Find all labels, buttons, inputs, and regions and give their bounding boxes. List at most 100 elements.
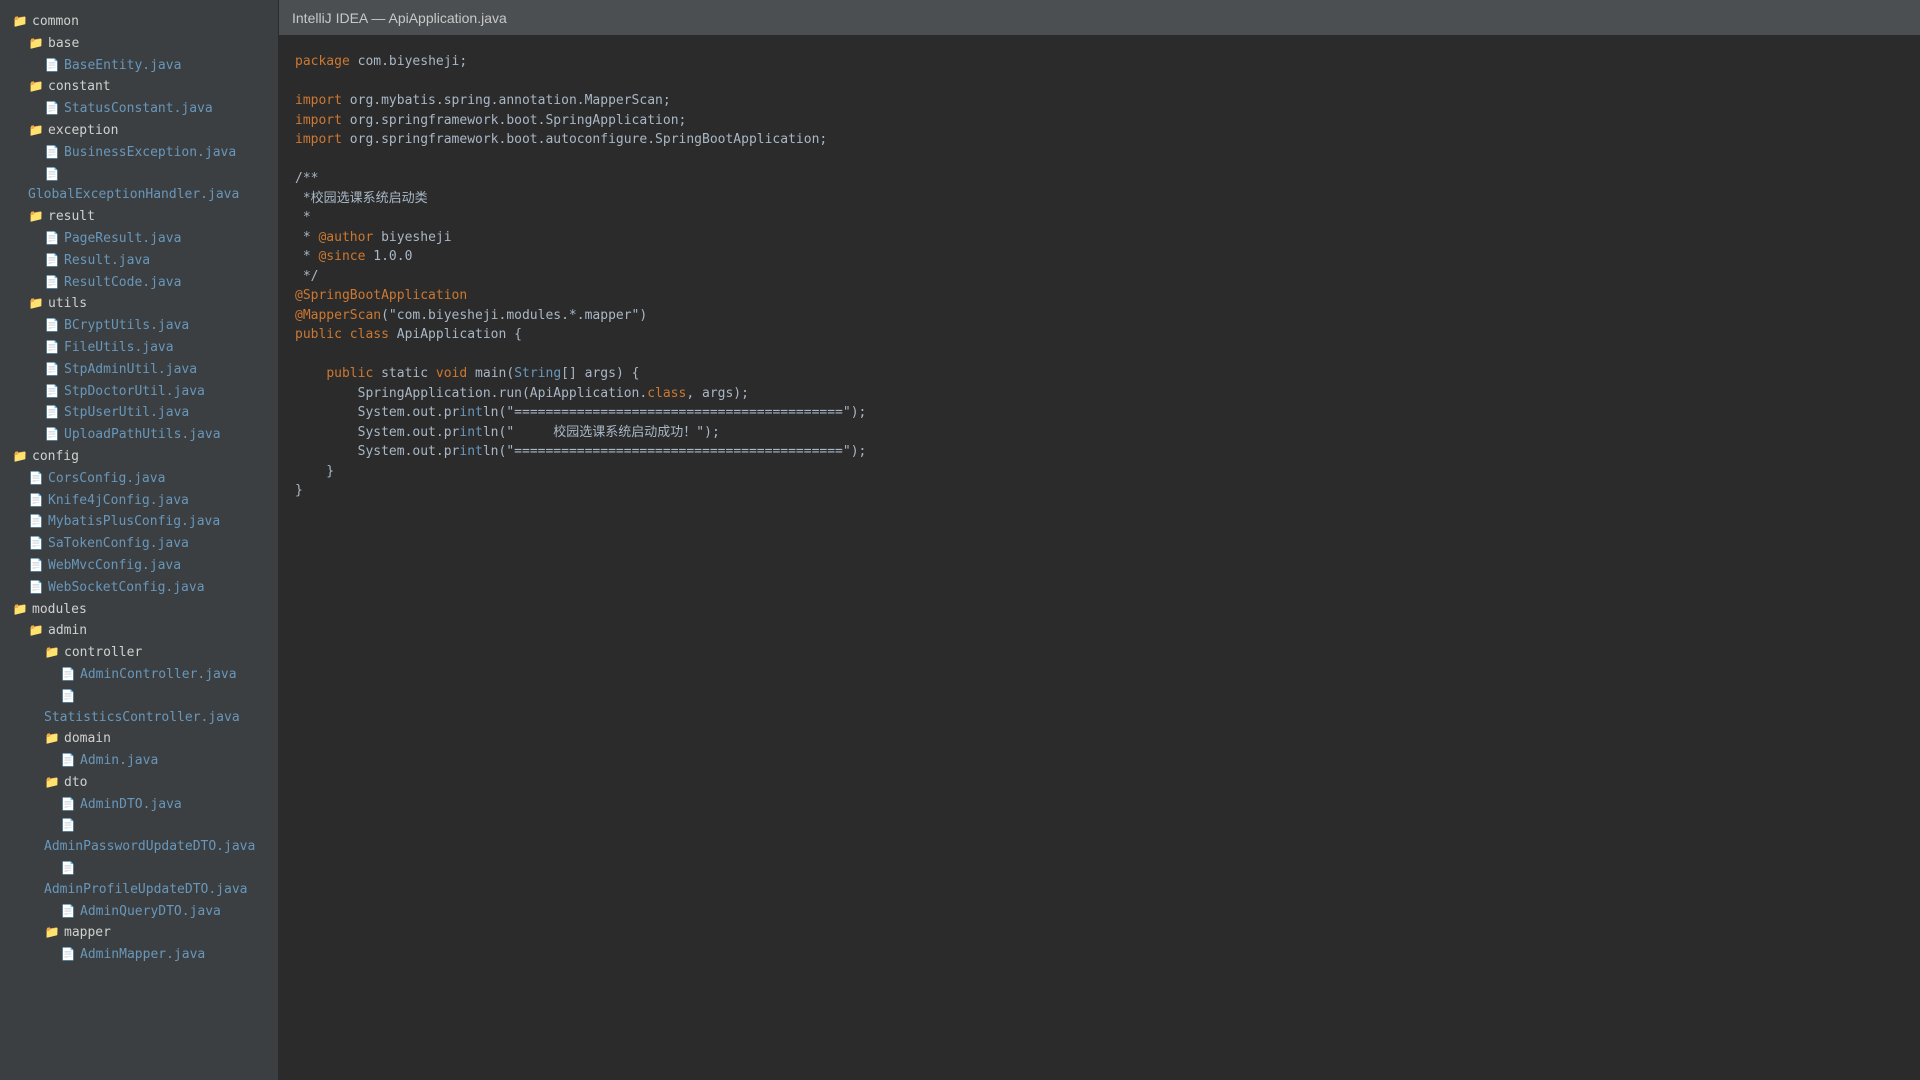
tree-file[interactable]: 📄 StpAdminUtil.java [0,359,278,381]
file-icon: 📄 [44,101,60,116]
file-icon: 📄 [44,361,60,376]
code-token: * [295,210,311,225]
tree-folder[interactable]: 📁 constant [0,76,278,98]
tree-item-label: AdminController.java [80,666,237,682]
project-tree[interactable]: 📁 common 📁 base 📄 BaseEntity.java 📁 constant 📄 St… [0,0,279,1080]
tree-file[interactable]: 📄 StpUserUtil.java [0,402,278,424]
tree-file[interactable]: 📄 AdminController.java [0,664,278,686]
file-icon: 📄 [28,492,44,507]
tree-item-label: base [48,35,80,51]
file-icon: 📄 [44,144,60,159]
code-token: 1.0.0 [365,249,413,264]
tree-folder[interactable]: 📁 exception [0,120,278,142]
tree-file[interactable]: 📄 AdminMapper.java [0,944,278,966]
tree-file[interactable]: 📄 GlobalExceptionHandler.java [0,164,278,207]
tree-file[interactable]: 📄 WebMvcConfig.java [0,555,278,577]
tree-file[interactable]: 📄 BusinessException.java [0,142,278,164]
tree-folder[interactable]: 📁 admin [0,620,278,642]
tree-file[interactable]: 📄 MybatisPlusConfig.java [0,511,278,533]
file-icon: 📄 [44,405,60,420]
tree-file[interactable]: 📄 AdminPasswordUpdateDTO.java [0,815,278,858]
tree-file[interactable]: 📄 PageResult.java [0,228,278,250]
tree-item-label: common [32,14,79,29]
tree-folder[interactable]: 📁 utils [0,293,278,315]
code-line: @MapperScan("com.biyesheji.modules.*.map… [295,306,1920,326]
code-token: ln("====================================… [482,444,867,459]
file-icon: 📄 [60,861,76,876]
code-token: * [295,249,319,264]
code-token: System.out.pr [295,444,460,459]
tree-file[interactable]: 📄 BCryptUtils.java [0,315,278,337]
tree-file[interactable]: 📄 WebSocketConfig.java [0,577,278,599]
tree-file[interactable]: 📄 StatisticsController.java [0,686,278,729]
tree-file[interactable]: 📄 BaseEntity.java [0,55,278,77]
tree-file[interactable]: 📄 StatusConstant.java [0,98,278,120]
code-line: System.out.println(" 校园选课系统启动成功！"); [295,423,1920,443]
code-token: package [295,54,350,69]
code-token: [] args) { [561,366,640,381]
tree-file[interactable]: 📄 AdminProfileUpdateDTO.java [0,858,278,901]
tree-file[interactable]: 📄 StpDoctorUtil.java [0,381,278,403]
tree-folder[interactable]: 📁 domain [0,728,278,750]
code-line: System.out.println("====================… [295,403,1920,423]
code-token: org.springframework.boot.SpringApplicati… [341,112,687,128]
folder-icon: 📁 [44,645,60,660]
tree-item-label: FileUtils.java [64,339,174,355]
code-line: package com.biyesheji; [295,52,1920,72]
code-token: ApiApplication { [388,327,522,342]
tree-folder[interactable]: 📁 dto [0,772,278,794]
file-icon: 📄 [44,252,60,267]
tree-item-label: AdminQueryDTO.java [80,903,221,919]
code-token: , args); [686,385,749,401]
code-editor[interactable]: package com.biyesheji; import org.mybati… [279,36,1920,1080]
tree-folder[interactable]: 📁 controller [0,642,278,664]
tree-file[interactable]: 📄 Result.java [0,250,278,272]
code-token: import [295,93,342,108]
tree-item-label: controller [64,645,143,661]
tree-item-label: constant [48,79,111,95]
folder-icon: 📁 [28,35,44,50]
code-token: static [373,366,436,381]
code-token: * [295,229,319,245]
tree-folder[interactable]: 📁 config [0,446,278,468]
code-token: int [459,444,483,459]
file-icon: 📄 [44,274,60,289]
tree-item-label: BaseEntity.java [64,57,182,73]
tree-file[interactable]: 📄 AdminQueryDTO.java [0,901,278,923]
tree-file[interactable]: 📄 CorsConfig.java [0,468,278,490]
folder-icon: 📁 [28,296,44,311]
tree-file[interactable]: 📄 SaTokenConfig.java [0,533,278,555]
code-token: @since [318,249,366,264]
tree-item-label: UploadPathUtils.java [64,427,221,443]
file-icon: 📄 [28,470,44,485]
tree-file[interactable]: 📄 AdminDTO.java [0,794,278,816]
file-icon: 📄 [60,688,76,703]
ide-window: 📁 common 📁 base 📄 BaseEntity.java 📁 constant 📄 St… [0,0,1920,1080]
code-token: @author [318,229,374,245]
code-line: public static void main(String[] args) { [295,364,1920,384]
file-icon: 📄 [60,818,76,833]
tree-folder[interactable]: 📁 mapper [0,922,278,944]
tree-file[interactable]: 📄 Admin.java [0,750,278,772]
tree-file[interactable]: 📄 UploadPathUtils.java [0,424,278,446]
tree-item-label: StpUserUtil.java [64,405,190,421]
tree-file[interactable]: 📄 ResultCode.java [0,272,278,294]
tree-item-label: config [32,448,79,464]
tree-folder[interactable]: 📁 modules [0,599,278,621]
folder-icon: 📁 [28,623,44,638]
window-title: IntelliJ IDEA — ApiApplication.java [292,9,507,26]
tree-item-label: Knife4jConfig.java [48,492,189,508]
tree-item-label: WebSocketConfig.java [48,579,205,595]
code-line: System.out.println("====================… [295,442,1920,462]
folder-icon: 📁 [44,774,60,789]
file-icon: 📄 [44,318,60,333]
tree-file[interactable]: 📄 FileUtils.java [0,337,278,359]
tree-folder[interactable]: 📁 result [0,206,278,228]
tree-folder[interactable]: 📁 base [0,33,278,55]
tree-folder[interactable]: 📁 common [0,11,278,33]
code-token: */ [295,268,319,284]
tree-file[interactable]: 📄 Knife4jConfig.java [0,490,278,512]
editor-area: IntelliJ IDEA — ApiApplication.java pack… [279,0,1920,1080]
tree-item-label: StatisticsController.java [44,709,240,725]
tree-item-label: AdminMapper.java [80,947,206,963]
